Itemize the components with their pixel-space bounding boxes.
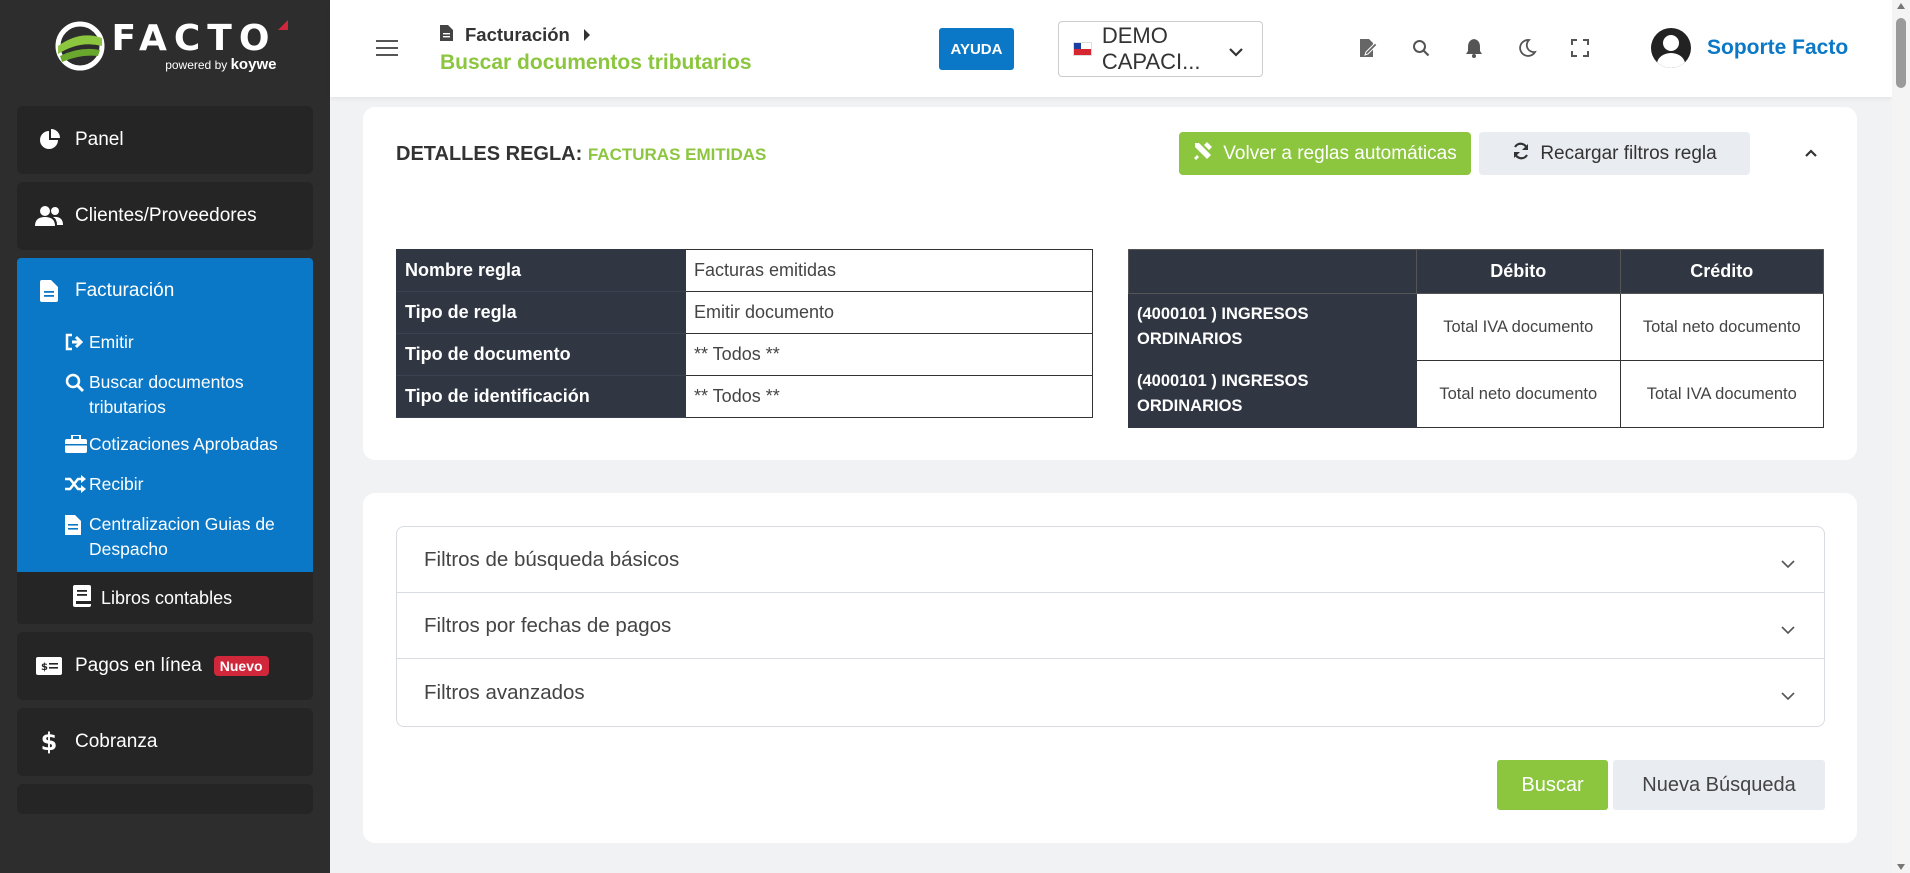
moon-icon[interactable] [1515, 36, 1539, 60]
top-bar: Facturación Buscar documentos tributario… [330, 0, 1892, 97]
shuffle-icon [65, 472, 89, 500]
user-name: Soporte Facto [1707, 36, 1849, 59]
search-icon [65, 370, 89, 420]
money-icon: $ [35, 654, 63, 678]
filters-accordion: Filtros de búsqueda básicos Filtros por … [396, 526, 1825, 727]
scroll-down-icon[interactable] [1897, 864, 1905, 870]
new-badge: Nuevo [213, 656, 269, 676]
table-row: (4000101 ) INGRESOS ORDINARIOS Total net… [1128, 360, 1824, 428]
page-title: Buscar documentos tributarios [440, 51, 752, 74]
avatar [1651, 28, 1691, 68]
rule-details-table: Nombre regla Facturas emitidas Tipo de re… [396, 249, 1093, 418]
back-to-rules-button[interactable]: Volver a reglas automáticas [1179, 132, 1471, 175]
chevron-down-icon [1780, 684, 1796, 708]
hamburger-menu-icon[interactable] [376, 40, 398, 61]
dollar-icon: $ [40, 728, 58, 756]
sidebar-item-facturacion-head[interactable]: Facturación [17, 258, 313, 324]
chevron-down-icon [1780, 552, 1796, 576]
svg-text:$: $ [41, 662, 48, 673]
sidebar-item-label: Cobranza [75, 731, 158, 752]
breadcrumb-item[interactable]: Facturación [465, 24, 570, 46]
breadcrumb: Facturación [440, 24, 590, 46]
sidebar-sub-emitir[interactable]: Emitir [17, 324, 313, 364]
logo[interactable]: FACTO powered by koywe [0, 0, 330, 92]
help-button[interactable]: AYUDA [939, 28, 1014, 70]
sidebar-sub-cotizaciones[interactable]: Cotizaciones Aprobadas [17, 426, 313, 466]
scroll-up-icon[interactable] [1897, 3, 1905, 9]
fullscreen-icon[interactable] [1568, 36, 1592, 60]
table-row: Nombre regla Facturas emitidas [396, 249, 1093, 292]
rule-title: DETALLES REGLA: FACTURAS EMITIDAS [396, 143, 767, 165]
caret-right-icon [583, 29, 590, 41]
rule-details-card: DETALLES REGLA: FACTURAS EMITIDAS Volver… [363, 107, 1857, 460]
reload-rule-filters-button[interactable]: Recargar filtros regla [1479, 132, 1750, 175]
table-header-row: Débito Crédito [1128, 249, 1824, 294]
facto-logo-icon [54, 20, 106, 72]
sidebar-item-clientes[interactable]: Clientes/Proveedores [17, 182, 313, 250]
accordion-payment-date-filters[interactable]: Filtros por fechas de pagos [397, 593, 1824, 659]
edit-document-icon[interactable] [1356, 36, 1380, 60]
filters-card: Filtros de búsqueda básicos Filtros por … [363, 493, 1857, 843]
table-row: Tipo de documento ** Todos ** [396, 333, 1093, 376]
sidebar-item-label: Pagos en línea [75, 655, 202, 676]
sidebar-item-label: Facturación [75, 280, 175, 301]
sign-out-icon [65, 330, 89, 358]
company-select[interactable]: DEMO CAPACI... [1058, 21, 1263, 77]
table-row: Tipo de regla Emitir documento [396, 291, 1093, 334]
user-menu[interactable]: Soporte Facto [1651, 28, 1848, 68]
scrollbar-thumb[interactable] [1896, 18, 1906, 88]
pie-chart-icon [35, 128, 63, 152]
sidebar-item-panel[interactable]: Panel [17, 106, 313, 174]
sidebar-menu: Panel Clientes/Proveedores Facturación E… [17, 106, 313, 822]
file-icon [65, 512, 89, 562]
brand-accent-icon [278, 19, 289, 30]
chevron-down-icon [1228, 40, 1244, 66]
bell-icon[interactable] [1462, 36, 1486, 60]
sidebar: FACTO powered by koywe Panel Clientes/Pr… [0, 0, 330, 873]
brand-name: FACTO [111, 17, 277, 59]
refresh-icon [1512, 142, 1530, 166]
search-button[interactable]: Buscar [1497, 760, 1608, 810]
search-icon[interactable] [1409, 36, 1433, 60]
users-icon [35, 204, 63, 228]
table-row: Tipo de identificación ** Todos ** [396, 375, 1093, 418]
accordion-advanced-filters[interactable]: Filtros avanzados [397, 659, 1824, 726]
chevron-down-icon [1780, 618, 1796, 642]
brand-powered: powered by koywe [165, 55, 277, 73]
tools-icon [1193, 141, 1213, 167]
scrollbar[interactable] [1892, 0, 1910, 873]
sidebar-item-label: Clientes/Proveedores [75, 205, 257, 226]
sidebar-sub-libros[interactable]: Libros contables [17, 572, 313, 624]
document-icon [440, 24, 453, 46]
document-icon [35, 279, 63, 303]
sidebar-item-label: Panel [75, 129, 124, 150]
briefcase-icon [65, 432, 89, 460]
rule-name-highlight: FACTURAS EMITIDAS [587, 145, 767, 164]
accounts-table: Débito Crédito (4000101 ) INGRESOS ORDIN… [1128, 249, 1824, 428]
sidebar-sub-centralizacion[interactable]: Centralizacion Guias de Despacho [17, 506, 313, 572]
sidebar-item-pagos[interactable]: $ Pagos en línea Nuevo [17, 632, 313, 700]
chile-flag-icon [1073, 42, 1092, 56]
table-row: (4000101 ) INGRESOS ORDINARIOS Total IVA… [1128, 293, 1824, 361]
accordion-basic-filters[interactable]: Filtros de búsqueda básicos [397, 527, 1824, 593]
book-icon [73, 584, 101, 612]
chevron-up-icon[interactable] [1803, 146, 1819, 165]
new-search-button[interactable]: Nueva Búsqueda [1613, 760, 1825, 810]
sidebar-item-cobranza[interactable]: $ Cobranza [17, 708, 313, 776]
header-icons [1356, 36, 1592, 60]
sidebar-sub-recibir[interactable]: Recibir [17, 466, 313, 506]
sidebar-item-facturacion[interactable]: Facturación Emitir Buscar documentos tri… [17, 258, 313, 572]
sidebar-item-more[interactable] [17, 784, 313, 814]
sidebar-sub-buscar[interactable]: Buscar documentos tributarios [17, 364, 313, 426]
